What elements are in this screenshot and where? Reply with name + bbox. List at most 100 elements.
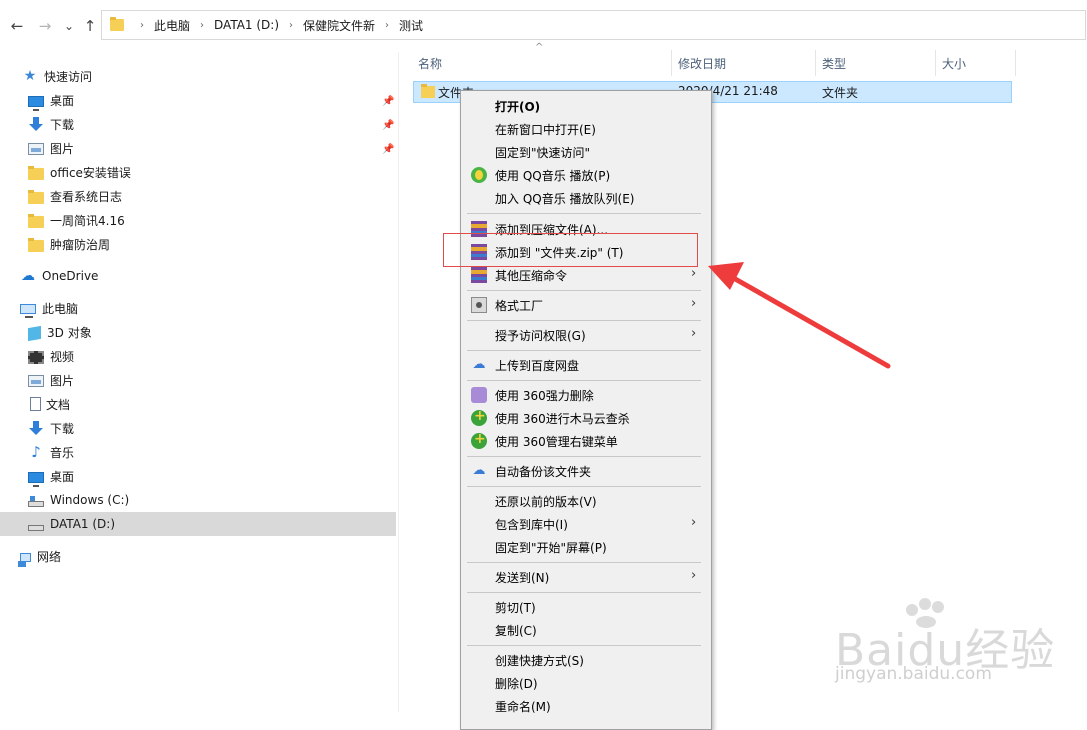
sidebar-item-pc-desktop[interactable]: 桌面 <box>0 464 396 488</box>
breadcrumb-this-pc[interactable]: 此电脑 <box>154 17 190 34</box>
menu-item-label: 自动备份该文件夹 <box>495 464 592 479</box>
column-header-size[interactable]: 大小 <box>942 50 966 76</box>
column-divider[interactable] <box>935 50 936 76</box>
pin-icon[interactable]: 📌 <box>382 144 394 156</box>
menu-item-label: 还原以前的版本(V) <box>495 494 597 509</box>
up-button[interactable]: ↑ <box>80 14 100 38</box>
menu-item-qq-play[interactable]: 使用 QQ音乐 播放(P) <box>461 164 711 186</box>
sidebar-item-label: 桌面 <box>50 469 75 484</box>
sidebar-item-label: OneDrive <box>42 269 99 283</box>
sidebar-item-office[interactable]: office安装错误 <box>0 160 396 184</box>
drive-icon <box>28 524 44 531</box>
sidebar-item-label: 音乐 <box>50 445 75 460</box>
pin-icon[interactable]: 📌 <box>382 96 394 108</box>
security-360-icon <box>471 408 487 426</box>
breadcrumb-separator: › <box>140 19 144 31</box>
sidebar-item-videos[interactable]: 视频 <box>0 344 396 368</box>
security-360-icon <box>471 431 487 449</box>
menu-item-360-manage[interactable]: 使用 360管理右键菜单 <box>461 430 711 452</box>
menu-item-pin-start[interactable]: 固定到"开始"屏幕(P) <box>461 536 711 558</box>
sidebar-item-weekly[interactable]: 一周简讯4.16 <box>0 208 396 232</box>
sidebar-item-label: 一周简讯4.16 <box>50 213 125 228</box>
sidebar-item-network[interactable]: 网络 <box>0 544 396 568</box>
column-header-type[interactable]: 类型 <box>822 50 846 76</box>
folder-icon <box>28 165 44 180</box>
back-button[interactable]: ← <box>7 14 27 38</box>
sidebar-item-3d[interactable]: 3D 对象 <box>0 320 396 344</box>
menu-item-label: 创建快捷方式(S) <box>495 653 584 668</box>
menu-item-copy[interactable]: 复制(C) <box>461 619 711 641</box>
menu-separator <box>467 592 701 593</box>
menu-item-360-scan[interactable]: 使用 360进行木马云查杀 <box>461 407 711 429</box>
menu-item-open-new-window[interactable]: 在新窗口中打开(E) <box>461 118 711 140</box>
column-divider[interactable] <box>815 50 816 76</box>
menu-item-open[interactable]: 打开(O) <box>461 95 711 117</box>
menu-item-create-shortcut[interactable]: 创建快捷方式(S) <box>461 649 711 671</box>
column-header-name[interactable]: 名称 <box>418 50 442 76</box>
desktop-icon <box>28 95 44 111</box>
sidebar-item-desktop[interactable]: 桌面 <box>0 88 396 112</box>
windows-drive-icon <box>28 495 44 507</box>
menu-separator <box>467 486 701 487</box>
menu-item-include-library[interactable]: 包含到库中(I) › <box>461 513 711 535</box>
breadcrumb-data1[interactable]: DATA1 (D:) <box>214 18 279 32</box>
menu-item-label: 复制(C) <box>495 623 537 638</box>
menu-item-send-to[interactable]: 发送到(N) › <box>461 566 711 588</box>
menu-item-label: 使用 360强力删除 <box>495 388 594 403</box>
menu-item-auto-backup[interactable]: ☁ 自动备份该文件夹 <box>461 460 711 482</box>
forward-button[interactable]: → <box>35 14 55 38</box>
sidebar-item-label: 桌面 <box>50 93 75 108</box>
sidebar-item-label: 视频 <box>50 349 75 364</box>
menu-item-cut[interactable]: 剪切(T) <box>461 596 711 618</box>
sidebar-item-this-pc[interactable]: 此电脑 <box>0 296 396 320</box>
menu-item-360-delete[interactable]: 使用 360强力删除 <box>461 384 711 406</box>
recent-locations-button[interactable]: ⌄ <box>59 14 79 38</box>
qq-music-icon <box>471 167 487 183</box>
sidebar-item-onedrive[interactable]: ☁ OneDrive <box>0 264 396 288</box>
sidebar-item-drive-d[interactable]: DATA1 (D:) <box>0 512 396 536</box>
breadcrumb-current[interactable]: 测试 <box>399 17 423 34</box>
menu-item-delete[interactable]: 删除(D) <box>461 672 711 694</box>
menu-item-label: 上传到百度网盘 <box>495 358 580 373</box>
menu-separator <box>467 290 701 291</box>
menu-item-restore[interactable]: 还原以前的版本(V) <box>461 490 711 512</box>
sidebar-item-downloads[interactable]: 下载 <box>0 112 396 136</box>
sidebar-item-drive-c[interactable]: Windows (C:) <box>0 488 396 512</box>
sidebar-item-music[interactable]: ♪ 音乐 <box>0 440 396 464</box>
address-bar[interactable]: › 此电脑 › DATA1 (D:) › 保健院文件新 › 测试 <box>101 10 1086 40</box>
chevron-right-icon: › <box>691 266 697 281</box>
chevron-right-icon: › <box>691 296 697 311</box>
sidebar-item-label: 下载 <box>50 117 75 132</box>
column-divider[interactable] <box>1015 50 1016 76</box>
menu-item-label: 使用 360管理右键菜单 <box>495 434 618 449</box>
column-header-modified[interactable]: 修改日期 <box>678 50 726 76</box>
menu-item-rename[interactable]: 重命名(M) <box>461 695 711 717</box>
sidebar-item-syslog[interactable]: 查看系统日志 <box>0 184 396 208</box>
sidebar-item-pc-pictures[interactable]: 图片 <box>0 368 396 392</box>
breadcrumb-separator: › <box>200 19 205 31</box>
column-divider[interactable] <box>671 50 672 76</box>
menu-separator <box>467 350 701 351</box>
menu-item-other-compress[interactable]: 其他压缩命令 › <box>461 264 711 286</box>
menu-item-format-factory[interactable]: 格式工厂 › <box>461 294 711 316</box>
sidebar-item-tumor[interactable]: 肿瘤防治周 <box>0 232 396 256</box>
sidebar-item-label: 图片 <box>50 373 75 388</box>
pictures-icon <box>28 375 44 387</box>
film-icon <box>28 350 44 364</box>
menu-item-pin-quick-access[interactable]: 固定到"快速访问" <box>461 141 711 163</box>
sidebar-item-label: office安装错误 <box>50 165 131 180</box>
document-icon <box>30 397 41 411</box>
menu-item-label: 固定到"快速访问" <box>495 145 591 160</box>
menu-item-upload-baidu[interactable]: ☁ 上传到百度网盘 <box>461 354 711 376</box>
sidebar-item-quick-access[interactable]: ★ 快速访问 <box>0 64 396 88</box>
pin-icon[interactable]: 📌 <box>382 120 394 132</box>
menu-item-grant-access[interactable]: 授予访问权限(G) › <box>461 324 711 346</box>
breadcrumb-folder[interactable]: 保健院文件新 <box>303 17 375 34</box>
baidu-netdisk-icon: ☁ <box>472 463 486 478</box>
menu-item-label: 其他压缩命令 <box>495 268 568 283</box>
sidebar-item-pictures[interactable]: 图片 <box>0 136 396 160</box>
menu-item-qq-queue[interactable]: 加入 QQ音乐 播放队列(E) <box>461 187 711 209</box>
sidebar-item-pc-downloads[interactable]: 下载 <box>0 416 396 440</box>
menu-item-label: 加入 QQ音乐 播放队列(E) <box>495 191 635 206</box>
sidebar-item-documents[interactable]: 文档 <box>0 392 396 416</box>
